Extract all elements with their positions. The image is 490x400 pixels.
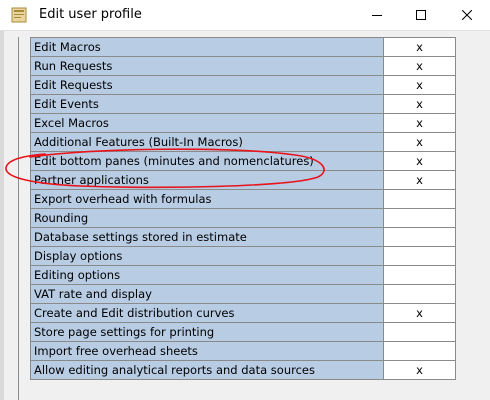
left-gutter	[0, 31, 4, 400]
permission-value-cell[interactable]: x	[383, 303, 456, 323]
maximize-icon	[416, 10, 426, 20]
permission-value-cell[interactable]	[383, 208, 456, 228]
table-row: Excel Macros x	[30, 113, 456, 133]
permission-value-cell[interactable]: x	[383, 37, 456, 57]
minimize-button[interactable]	[354, 0, 400, 30]
table-row: Allow editing analytical reports and dat…	[30, 360, 456, 380]
permission-value-cell[interactable]	[383, 284, 456, 304]
table-row: Create and Edit distribution curves x	[30, 303, 456, 323]
permission-name-cell[interactable]: Edit Events	[30, 94, 384, 114]
table-row: Additional Features (Built-In Macros) x	[30, 132, 456, 152]
permission-value-cell[interactable]	[383, 265, 456, 285]
app-icon	[11, 7, 27, 23]
permission-name-cell[interactable]: Partner applications	[30, 170, 384, 190]
panel-border	[18, 37, 19, 400]
permission-name-cell[interactable]: VAT rate and display	[30, 284, 384, 304]
table-row: Rounding	[30, 208, 456, 228]
close-button[interactable]	[444, 0, 490, 30]
permission-value-cell[interactable]: x	[383, 113, 456, 133]
permission-name-cell[interactable]: Import free overhead sheets	[30, 341, 384, 361]
permission-name-cell[interactable]: Edit Requests	[30, 75, 384, 95]
permission-name-cell[interactable]: Export overhead with formulas	[30, 189, 384, 209]
permission-name-cell[interactable]: Edit bottom panes (minutes and nomenclat…	[30, 151, 384, 171]
permission-name-cell[interactable]: Create and Edit distribution curves	[30, 303, 384, 323]
table-row: Display options	[30, 246, 456, 266]
title-bar: Edit user profile	[0, 0, 490, 31]
permission-name-cell[interactable]: Run Requests	[30, 56, 384, 76]
permission-value-cell[interactable]: x	[383, 75, 456, 95]
permission-value-cell[interactable]: x	[383, 132, 456, 152]
table-row: Run Requests x	[30, 56, 456, 76]
right-gutter	[466, 31, 490, 400]
table-row: Store page settings for printing	[30, 322, 456, 342]
table-row: VAT rate and display	[30, 284, 456, 304]
permission-name-cell[interactable]: Editing options	[30, 265, 384, 285]
table-row: Import free overhead sheets	[30, 341, 456, 361]
permission-name-cell[interactable]: Display options	[30, 246, 384, 266]
table-row: Database settings stored in estimate	[30, 227, 456, 247]
permission-name-cell[interactable]: Rounding	[30, 208, 384, 228]
permission-value-cell[interactable]: x	[383, 151, 456, 171]
table-row: Partner applications x	[30, 170, 456, 190]
minimize-icon	[372, 15, 382, 16]
permission-value-cell[interactable]	[383, 189, 456, 209]
table-row: Edit Events x	[30, 94, 456, 114]
permission-name-cell[interactable]: Additional Features (Built-In Macros)	[30, 132, 384, 152]
permission-name-cell[interactable]: Excel Macros	[30, 113, 384, 133]
permission-value-cell[interactable]	[383, 322, 456, 342]
maximize-button[interactable]	[398, 0, 444, 30]
permission-value-cell[interactable]	[383, 246, 456, 266]
permission-value-cell[interactable]	[383, 341, 456, 361]
permission-name-cell[interactable]: Edit Macros	[30, 37, 384, 57]
permission-name-cell[interactable]: Store page settings for printing	[30, 322, 384, 342]
permission-name-cell[interactable]: Database settings stored in estimate	[30, 227, 384, 247]
close-icon	[462, 10, 472, 20]
permissions-table: Edit Macros x Run Requests x Edit Requests x E…	[30, 37, 456, 380]
permission-value-cell[interactable]: x	[383, 56, 456, 76]
table-row: Edit Requests x	[30, 75, 456, 95]
permission-value-cell[interactable]: x	[383, 94, 456, 114]
permission-value-cell[interactable]: x	[383, 170, 456, 190]
permission-name-cell[interactable]: Allow editing analytical reports and dat…	[30, 360, 384, 380]
table-row: Edit bottom panes (minutes and nomenclat…	[30, 151, 456, 171]
table-row: Editing options	[30, 265, 456, 285]
permissions-table-body: Edit Macros x Run Requests x Edit Requests x E…	[30, 37, 456, 380]
dialog-content: Edit Macros x Run Requests x Edit Requests x E…	[0, 31, 490, 400]
permission-value-cell[interactable]: x	[383, 360, 456, 380]
permission-value-cell[interactable]	[383, 227, 456, 247]
table-row: Export overhead with formulas	[30, 189, 456, 209]
window-title: Edit user profile	[39, 7, 142, 22]
table-row: Edit Macros x	[30, 37, 456, 57]
